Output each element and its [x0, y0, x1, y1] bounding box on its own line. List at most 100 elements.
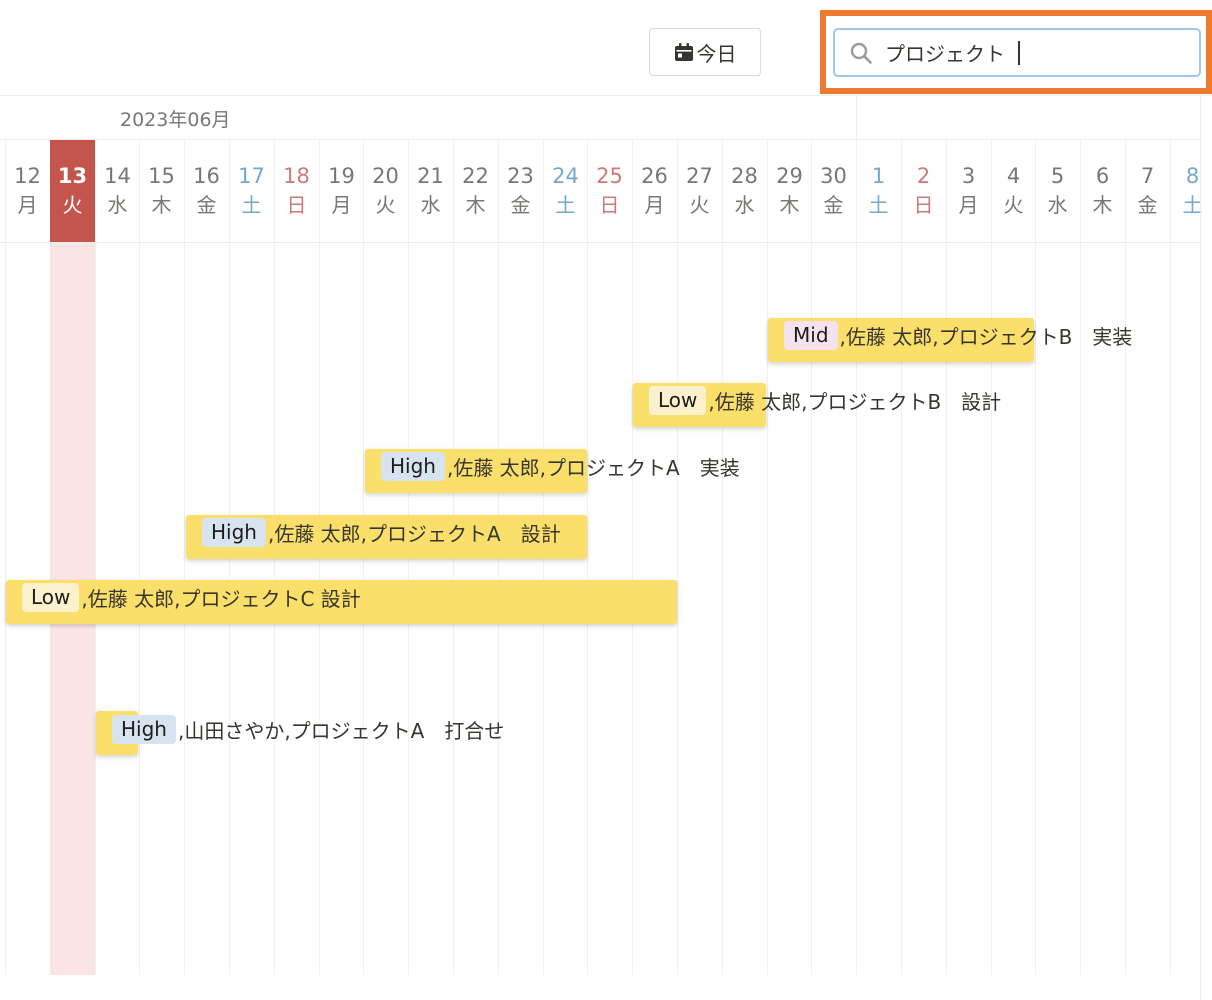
day-header-16[interactable]: 16 金 — [184, 140, 229, 242]
grid-line — [856, 140, 857, 975]
task-text: ,山田さやか,プロジェクトA 打合せ — [177, 718, 505, 743]
task-bar[interactable] — [768, 318, 1034, 362]
month-label: 2023年06月 — [120, 109, 231, 131]
day-header-19[interactable]: 19 月 — [319, 140, 364, 242]
day-weekday: 土 — [1182, 193, 1203, 217]
day-weekday: 水 — [107, 193, 128, 217]
day-header-24[interactable]: 24 土 — [543, 140, 588, 242]
calendar-right-edge — [1200, 96, 1201, 1000]
day-number: 21 — [417, 164, 444, 188]
day-weekday: 火 — [689, 193, 710, 217]
day-weekday: 土 — [241, 193, 262, 217]
grid-line — [95, 140, 96, 975]
today-button[interactable]: 今日 — [649, 28, 761, 76]
day-number: 23 — [507, 164, 534, 188]
day-header-bottom-border — [0, 242, 1200, 243]
grid-line — [1035, 140, 1036, 975]
day-number: 5 — [1050, 164, 1065, 188]
day-number: 1 — [871, 164, 886, 188]
day-header-8[interactable]: 8土 — [1170, 140, 1212, 242]
day-weekday: 木 — [1092, 193, 1113, 217]
day-weekday: 木 — [779, 193, 800, 217]
task-bar[interactable] — [365, 449, 587, 493]
day-header-26[interactable]: 26 月 — [632, 140, 677, 242]
search-input[interactable] — [885, 40, 1185, 65]
day-header-1[interactable]: 1土 — [856, 140, 901, 242]
grid-line — [1170, 140, 1171, 975]
grid-line — [991, 140, 992, 975]
day-weekday: 日 — [913, 193, 934, 217]
task-bar[interactable] — [633, 383, 766, 427]
day-number: 4 — [1006, 164, 1021, 188]
day-header-3[interactable]: 3月 — [946, 140, 991, 242]
day-header-23[interactable]: 23 金 — [498, 140, 543, 242]
day-weekday: 月 — [17, 193, 38, 217]
day-header-15[interactable]: 15 木 — [139, 140, 184, 242]
day-header-22[interactable]: 22 木 — [453, 140, 498, 242]
day-number: 17 — [238, 164, 265, 188]
day-weekday: 日 — [286, 193, 307, 217]
grid-line — [632, 140, 633, 975]
day-weekday: 土 — [555, 193, 576, 217]
day-number: 26 — [641, 164, 668, 188]
day-header-4[interactable]: 4火 — [991, 140, 1036, 242]
day-weekday: 金 — [196, 193, 217, 217]
day-number: 16 — [193, 164, 220, 188]
day-weekday: 金 — [1137, 193, 1158, 217]
day-header-2[interactable]: 2日 — [901, 140, 946, 242]
day-number: 24 — [552, 164, 579, 188]
day-header-6[interactable]: 6木 — [1080, 140, 1125, 242]
day-weekday: 月 — [331, 193, 352, 217]
task-bar[interactable] — [96, 711, 138, 755]
task-bar[interactable] — [6, 580, 677, 624]
day-number: 27 — [686, 164, 713, 188]
day-weekday: 水 — [734, 193, 755, 217]
day-header-18[interactable]: 18 日 — [274, 140, 319, 242]
day-weekday: 金 — [510, 193, 531, 217]
task-label: High ,山田さやか,プロジェクトA 打合せ — [112, 707, 504, 751]
day-header-14[interactable]: 14 水 — [95, 140, 140, 242]
day-number: 14 — [104, 164, 131, 188]
day-header-28[interactable]: 28 水 — [722, 140, 767, 242]
day-number: 19 — [328, 164, 355, 188]
day-header-25[interactable]: 25 日 — [587, 140, 632, 242]
month-divider — [856, 96, 857, 140]
day-weekday: 月 — [644, 193, 665, 217]
day-weekday: 火 — [375, 193, 396, 217]
grid-line — [722, 140, 723, 975]
calendar-icon — [674, 43, 693, 61]
day-header-13[interactable]: 13 火 — [50, 140, 95, 242]
day-weekday: 土 — [868, 193, 889, 217]
day-number: 29 — [776, 164, 803, 188]
day-weekday: 木 — [465, 193, 486, 217]
day-number: 3 — [961, 164, 976, 188]
day-number: 20 — [372, 164, 399, 188]
day-weekday: 火 — [62, 193, 83, 217]
day-header-30[interactable]: 30 金 — [811, 140, 856, 242]
day-number: 8 — [1185, 164, 1200, 188]
day-weekday: 水 — [420, 193, 441, 217]
grid-line — [767, 140, 768, 975]
search-icon — [850, 42, 872, 64]
day-header-7[interactable]: 7金 — [1125, 140, 1170, 242]
day-header-21[interactable]: 21 水 — [408, 140, 453, 242]
day-header-29[interactable]: 29 木 — [767, 140, 812, 242]
grid-line — [5, 140, 6, 975]
grid-line — [901, 140, 902, 975]
grid-line — [1125, 140, 1126, 975]
day-header-5[interactable]: 5水 — [1035, 140, 1080, 242]
grid-line — [587, 140, 588, 975]
grid-line — [139, 140, 140, 975]
task-bar[interactable] — [186, 515, 587, 559]
day-number: 25 — [596, 164, 623, 188]
search-box[interactable] — [833, 28, 1201, 77]
day-header-27[interactable]: 27 火 — [677, 140, 722, 242]
day-weekday: 金 — [823, 193, 844, 217]
day-header-20[interactable]: 20 火 — [363, 140, 408, 242]
day-number: 2 — [916, 164, 931, 188]
day-header-12[interactable]: 12 月 — [5, 140, 50, 242]
day-header-17[interactable]: 17 土 — [229, 140, 274, 242]
day-weekday: 水 — [1047, 193, 1068, 217]
grid-line — [811, 140, 812, 975]
grid-line — [184, 140, 185, 975]
